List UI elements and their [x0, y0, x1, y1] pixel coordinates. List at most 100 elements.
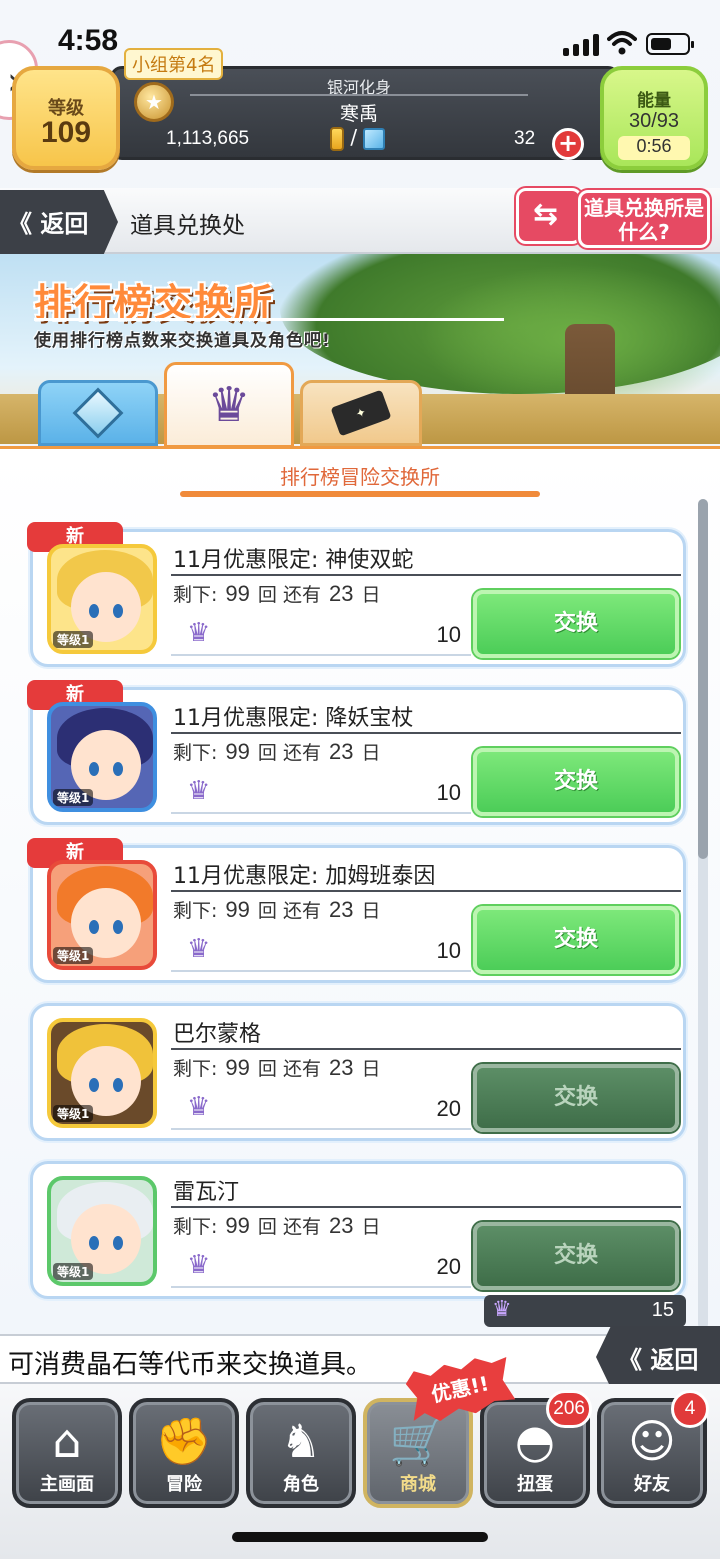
- nav-friends[interactable]: ☺ 好友 4: [597, 1390, 709, 1508]
- item-cost: ♛ 10: [171, 616, 471, 656]
- ticket-icon: ✦: [330, 389, 392, 437]
- exchange-button[interactable]: 交换: [473, 906, 679, 974]
- nav-handshake[interactable]: ✊ 冒险: [129, 1398, 239, 1508]
- page-title: 道具兑换处: [130, 213, 245, 239]
- footer-back-button[interactable]: 《 返回: [596, 1326, 720, 1388]
- remain-label: 剩下:: [173, 742, 218, 764]
- exchange-item: 等级1 雷瓦汀 剩下: 99 回 还有 23 日 ♛ 20 交换: [30, 1161, 686, 1299]
- energy-timer: 0:56: [618, 136, 690, 160]
- character-avatar[interactable]: 等级1: [47, 1176, 157, 1286]
- days-label: 还有: [282, 1058, 321, 1080]
- crown-icon: ♛: [187, 934, 211, 964]
- days-label: 还有: [282, 1216, 321, 1238]
- exchange-list: 排行榜冒险交换所 新等级1 11月优惠限定: 神使双蛇 剩下: 99 回 还有 23 日 ♛ 1…: [0, 446, 720, 1334]
- add-crystal-button[interactable]: +: [552, 128, 584, 160]
- divider: [190, 94, 528, 96]
- item-name: 11月优惠限定: 降妖宝杖: [173, 706, 414, 731]
- item-remaining: 剩下: 99 回 还有 23 日: [173, 1212, 380, 1239]
- nav-label: 冒险: [166, 1474, 202, 1495]
- item-name: 11月优惠限定: 神使双蛇: [173, 548, 414, 573]
- cost-value: 20: [436, 1096, 461, 1121]
- level-box: 等级 109: [12, 66, 120, 170]
- nav-character[interactable]: ♞ 角色: [246, 1398, 356, 1508]
- crown-icon: ♛: [187, 776, 211, 806]
- divider: [171, 890, 681, 892]
- exchange-item: 新等级1 11月优惠限定: 加姆班泰因 剩下: 99 回 还有 23 日 ♛ 10 交换: [27, 838, 686, 983]
- currency-icons: /: [330, 125, 386, 151]
- remain-label: 剩下:: [173, 584, 218, 606]
- hint-text: 可消费晶石等代币来交换道具。: [8, 1350, 373, 1380]
- tab-ranking[interactable]: ♛: [164, 362, 294, 448]
- exchange-button[interactable]: 交换: [473, 1222, 679, 1290]
- help-label: 道具兑换所是什么?: [578, 190, 710, 248]
- character-level: 等级1: [53, 789, 94, 806]
- character-avatar[interactable]: 等级1: [47, 1018, 157, 1128]
- exchange-item: 新等级1 11月优惠限定: 降妖宝杖 剩下: 99 回 还有 23 日 ♛ 10 交换: [27, 680, 686, 825]
- character-avatar[interactable]: 等级1: [47, 544, 157, 654]
- energy-value: 30/93: [628, 110, 680, 132]
- item-cost: ♛ 20: [171, 1248, 471, 1288]
- character-avatar[interactable]: 等级1: [47, 702, 157, 812]
- item-cost: ♛ 10: [171, 932, 471, 972]
- medal-icon: ★: [134, 82, 174, 122]
- notification-badge: 206: [546, 1390, 592, 1428]
- item-name: 11月优惠限定: 加姆班泰因: [173, 864, 436, 889]
- remain-label: 剩下:: [173, 900, 218, 922]
- divider: [171, 732, 681, 734]
- character-level: 等级1: [53, 631, 94, 648]
- crystal-count: 32: [514, 128, 536, 149]
- remain-unit: 回: [257, 900, 277, 922]
- remain-label: 剩下:: [173, 1216, 218, 1238]
- cost-value: 10: [436, 780, 461, 805]
- status-time: 4:58: [58, 24, 119, 57]
- item-remaining: 剩下: 99 回 还有 23 日: [173, 738, 380, 765]
- point-balance-value: 15: [651, 1299, 674, 1321]
- player-name: 寒禹: [339, 103, 378, 125]
- tab-ticket[interactable]: ✦: [300, 380, 422, 446]
- days-unit: 日: [361, 1058, 381, 1080]
- exchange-button[interactable]: 交换: [473, 748, 679, 816]
- remain-unit: 回: [257, 742, 277, 764]
- days-count: 23: [328, 897, 354, 922]
- days-count: 23: [328, 1213, 354, 1238]
- cost-value: 10: [436, 622, 461, 647]
- exchange-button[interactable]: 交换: [473, 590, 679, 658]
- exchange-button[interactable]: 交换: [473, 1064, 679, 1132]
- footer-back-label: 《 返回: [618, 1346, 699, 1374]
- cart-icon: 🛒: [389, 1414, 447, 1468]
- divider: [171, 1048, 681, 1050]
- cellular-signal-icon: [563, 34, 599, 56]
- back-button[interactable]: 《 返回: [0, 190, 118, 254]
- energy-box[interactable]: 能量 30/93 0:56: [600, 66, 708, 170]
- nav-egg[interactable]: ◓ 扭蛋 206: [480, 1390, 592, 1508]
- days-count: 23: [328, 739, 354, 764]
- nav-house[interactable]: ⌂ 主画面: [12, 1398, 122, 1508]
- remain-unit: 回: [257, 584, 277, 606]
- scrollbar-thumb[interactable]: [698, 499, 708, 859]
- remain-unit: 回: [257, 1058, 277, 1080]
- exchange-item: 新等级1 11月优惠限定: 神使双蛇 剩下: 99 回 还有 23 日 ♛ 10 交换: [27, 522, 686, 667]
- cost-value: 20: [436, 1254, 461, 1279]
- divider: [171, 574, 681, 576]
- item-remaining: 剩下: 99 回 还有 23 日: [173, 896, 380, 923]
- item-cost: ♛ 20: [171, 1090, 471, 1130]
- exchange-help-button[interactable]: 道具兑换所是什么?: [512, 184, 714, 256]
- nav-label: 扭蛋: [517, 1474, 553, 1495]
- character-avatar[interactable]: 等级1: [47, 860, 157, 970]
- banner-subtitle: 使用排行榜点数来交换道具及角色吧!: [34, 331, 331, 351]
- house-icon: ⌂: [52, 1414, 82, 1468]
- tab-crystal[interactable]: [38, 380, 158, 446]
- home-indicator[interactable]: [232, 1532, 488, 1542]
- remain-count: 99: [225, 1213, 250, 1238]
- days-label: 还有: [282, 584, 321, 606]
- item-name: 巴尔蒙格: [173, 1022, 262, 1047]
- nav-label: 好友: [634, 1474, 670, 1495]
- remain-count: 99: [225, 1055, 250, 1080]
- character-level: 等级1: [53, 1263, 94, 1280]
- back-label: 《 返回: [8, 210, 89, 238]
- item-remaining: 剩下: 99 回 还有 23 日: [173, 1054, 380, 1081]
- days-label: 还有: [282, 900, 321, 922]
- days-unit: 日: [361, 1216, 381, 1238]
- level-value: 109: [40, 116, 92, 149]
- cost-value: 10: [436, 938, 461, 963]
